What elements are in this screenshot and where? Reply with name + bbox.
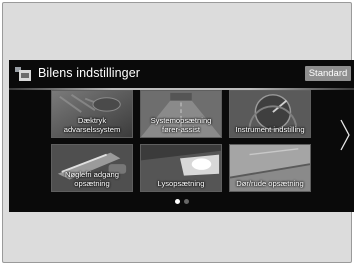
page-indicator [173,199,193,205]
page-dot-active [175,199,180,204]
standard-button[interactable]: Standard [305,66,351,81]
tile-lighting[interactable]: Lysopsætning [140,144,222,192]
tile-tire-pressure[interactable]: Dæktryk advarselssystem [51,90,133,138]
tile-label: fører-assist [162,125,200,134]
tile-driver-assist[interactable]: Systemopsætning fører-assist [140,90,222,138]
tile-label: Nøglefri adgang [64,170,120,179]
tile-label: Dør/rude opsætning [236,179,304,188]
tile-label: Dæktryk [77,116,107,125]
tile-label: advarselssystem [63,125,121,134]
tile-keyless-entry[interactable]: Nøglefri adgang opsætning [51,144,133,192]
tile-door-window[interactable]: Dør/rude opsætning [229,144,311,192]
tile-label: Instrument indstilling [235,125,305,134]
tile-label: opsætning [74,179,110,188]
page-title: Bilens indstillinger [38,66,141,80]
tile-label: Lysopsætning [157,179,205,188]
tile-label: Systemopsætning [150,116,212,125]
car-settings-icon [15,67,31,81]
page-dot [184,199,189,204]
vehicle-settings-screen: Bilens indstillinger Standard Dæktryk ad… [9,60,354,212]
tile-instrument[interactable]: Instrument indstilling [229,90,311,138]
header: Bilens indstillinger Standard [9,60,354,86]
chevron-right-icon[interactable] [338,118,352,152]
